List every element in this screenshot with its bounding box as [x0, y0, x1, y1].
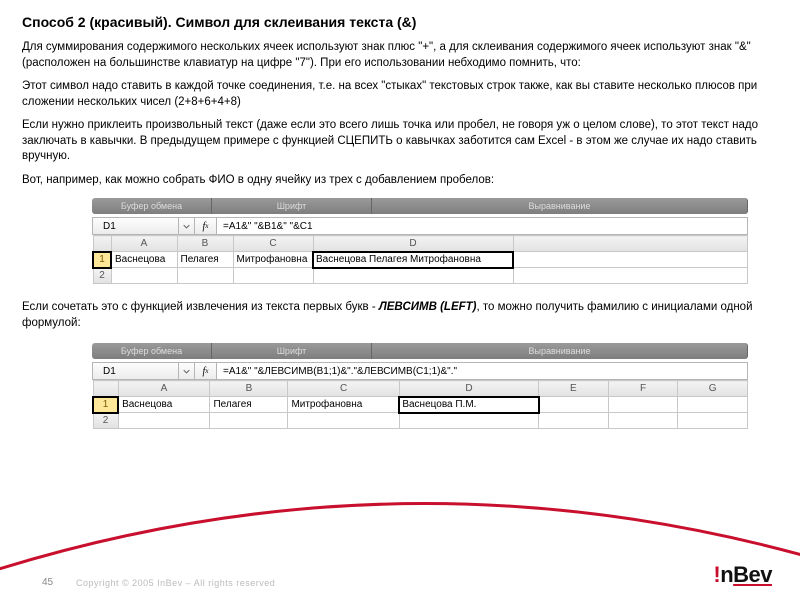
row-header-1[interactable]: 1: [93, 252, 111, 268]
ribbon-section-clipboard: Буфер обмена: [92, 343, 212, 359]
cell-G2[interactable]: [678, 413, 748, 429]
cell-F1[interactable]: [608, 397, 678, 413]
chevron-down-icon: [183, 368, 190, 375]
col-header-blank[interactable]: [513, 236, 748, 252]
cell-C1[interactable]: Митрофановна: [233, 252, 313, 268]
cell-E2[interactable]: [513, 268, 748, 284]
ribbon-section-alignment: Выравнивание: [372, 343, 748, 359]
fx-icon[interactable]: fx: [195, 363, 217, 379]
ribbon-section-alignment: Выравнивание: [372, 198, 748, 214]
row-header-1[interactable]: 1: [93, 397, 118, 413]
footer: 45 Copyright © 2005 InBev – All rights r…: [0, 554, 800, 594]
cell-D2[interactable]: [399, 413, 538, 429]
cell-C2[interactable]: [233, 268, 313, 284]
col-header-F[interactable]: F: [608, 381, 678, 397]
col-header-D[interactable]: D: [313, 236, 513, 252]
spreadsheet-2[interactable]: A B C D E F G 1 Васнецова Пелагея Митроф…: [92, 380, 748, 429]
namebox-dropdown[interactable]: [179, 363, 195, 379]
ribbon-section-clipboard: Буфер обмена: [92, 198, 212, 214]
page-number: 45: [42, 577, 53, 588]
paragraph-4: Вот, например, как можно собрать ФИО в о…: [22, 173, 778, 189]
col-header-B[interactable]: B: [210, 381, 288, 397]
col-header-G[interactable]: G: [678, 381, 748, 397]
cell-A1[interactable]: Васнецова: [118, 397, 210, 413]
cell-B1[interactable]: Пелагея: [210, 397, 288, 413]
page-title: Способ 2 (красивый). Символ для склеиван…: [22, 14, 778, 30]
paragraph-2: Этот символ надо ставить в каждой точке …: [22, 79, 778, 110]
cell-B2[interactable]: [210, 413, 288, 429]
cell-D1[interactable]: Васнецова П.М.: [399, 397, 538, 413]
cell-D1[interactable]: Васнецова Пелагея Митрофановна: [313, 252, 513, 268]
logo-text: n: [720, 562, 733, 587]
namebox-dropdown[interactable]: [179, 218, 195, 234]
ribbon-section-font: Шрифт: [212, 198, 372, 214]
name-box[interactable]: D1: [93, 218, 179, 234]
cell-E2[interactable]: [539, 413, 609, 429]
col-header-A[interactable]: A: [111, 236, 177, 252]
formula-input[interactable]: =A1&" "&B1&" "&C1: [217, 218, 747, 234]
cell-B2[interactable]: [177, 268, 233, 284]
formula-input[interactable]: =A1&" "&ЛЕВСИМВ(B1;1)&"."&ЛЕВСИМВ(C1;1)&…: [217, 363, 747, 379]
col-header-C[interactable]: C: [233, 236, 313, 252]
func-name: ЛЕВСИМВ (LEFT): [379, 301, 477, 313]
cell-C2[interactable]: [288, 413, 399, 429]
cell-B1[interactable]: Пелагея: [177, 252, 233, 268]
spreadsheet-1[interactable]: A B C D 1 Васнецова Пелагея Митрофановна…: [92, 235, 748, 284]
fx-icon[interactable]: fx: [195, 218, 217, 234]
col-header-D[interactable]: D: [399, 381, 538, 397]
paragraph-3: Если нужно приклеить произвольный текст …: [22, 118, 778, 165]
ribbon-section-font: Шрифт: [212, 343, 372, 359]
paragraph-1: Для суммирования содержимого нескольких …: [22, 40, 778, 71]
col-header-C[interactable]: C: [288, 381, 399, 397]
cell-A2[interactable]: [118, 413, 210, 429]
row-header-2[interactable]: 2: [93, 268, 111, 284]
logo-text-2: Bev: [733, 562, 772, 587]
cell-A2[interactable]: [111, 268, 177, 284]
col-header-E[interactable]: E: [539, 381, 609, 397]
col-header-B[interactable]: B: [177, 236, 233, 252]
select-all-corner[interactable]: [93, 236, 111, 252]
text: Если сочетать это с функцией извлечения …: [22, 301, 379, 313]
chevron-down-icon: [183, 223, 190, 230]
cell-E1[interactable]: [539, 397, 609, 413]
row-header-2[interactable]: 2: [93, 413, 118, 429]
name-box[interactable]: D1: [93, 363, 179, 379]
cell-G1[interactable]: [678, 397, 748, 413]
excel-ribbon-2: Буфер обмена Шрифт Выравнивание: [92, 343, 748, 359]
copyright: Copyright © 2005 InBev – All rights rese…: [76, 578, 275, 588]
formula-bar-2: D1 fx =A1&" "&ЛЕВСИМВ(B1;1)&"."&ЛЕВСИМВ(…: [92, 362, 748, 380]
cell-E1[interactable]: [513, 252, 748, 268]
col-header-A[interactable]: A: [118, 381, 210, 397]
formula-bar: D1 fx =A1&" "&B1&" "&C1: [92, 217, 748, 235]
inbev-logo: !nBev: [713, 562, 772, 588]
cell-A1[interactable]: Васнецова: [111, 252, 177, 268]
cell-D2[interactable]: [313, 268, 513, 284]
select-all-corner[interactable]: [93, 381, 118, 397]
cell-C1[interactable]: Митрофановна: [288, 397, 399, 413]
text: Для суммирования содержимого нескольких …: [22, 41, 751, 69]
excel-ribbon: Буфер обмена Шрифт Выравнивание: [92, 198, 748, 214]
cell-F2[interactable]: [608, 413, 678, 429]
paragraph-5: Если сочетать это с функцией извлечения …: [22, 300, 778, 331]
